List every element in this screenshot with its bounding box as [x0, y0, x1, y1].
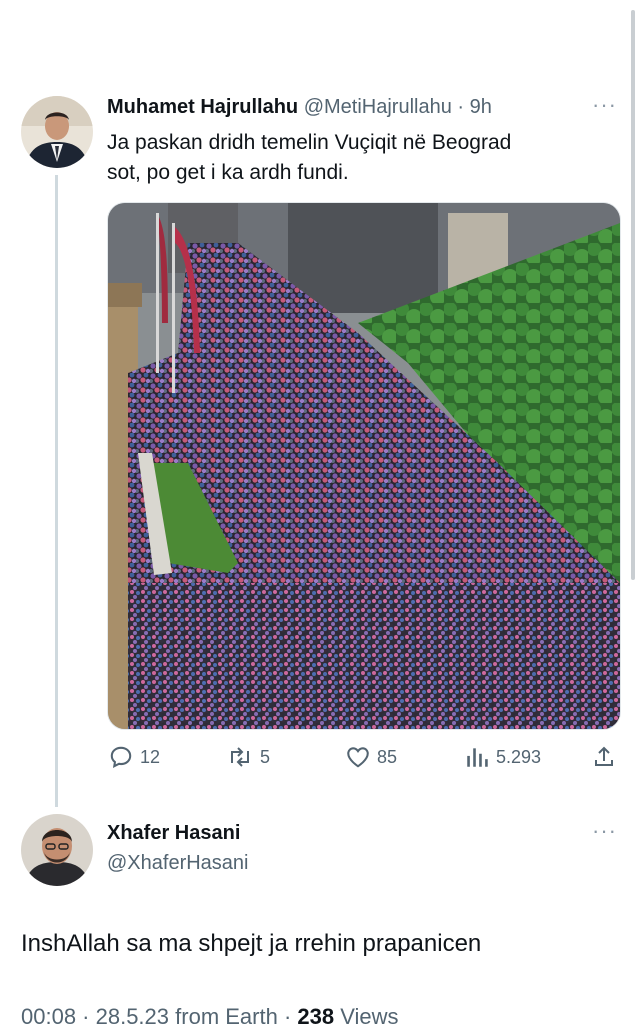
- tweet-photo[interactable]: [107, 202, 621, 730]
- author-name[interactable]: Muhamet Hajrullahu: [107, 96, 298, 118]
- reply-more-dots-icon[interactable]: ···: [592, 818, 617, 844]
- reply-source: from Earth ·: [175, 1004, 292, 1024]
- tweet-header: Muhamet Hajrullahu @MetiHajrullahu · 9h: [107, 96, 492, 119]
- reply-meta: 00:08 · 28.5.23 from Earth · 238 Views: [21, 1004, 399, 1024]
- tweet-text-line-2: sot, po get i ka ardh fundi.: [107, 161, 349, 184]
- thread-line: [55, 175, 58, 807]
- share-button[interactable]: [592, 744, 616, 770]
- reply-timestamp[interactable]: 00:08 · 28.5.23: [21, 1004, 169, 1024]
- tweet-text-line-1: Ja paskan dridh temelin Vuçiqit në Beogr…: [107, 131, 512, 154]
- retweet-count: 5: [260, 746, 271, 767]
- scrollbar[interactable]: [631, 10, 635, 580]
- reply-count: 12: [140, 746, 161, 767]
- tweet-actions: 12 5 85 5.293: [0, 744, 635, 774]
- reply-views-count: 238: [297, 1004, 335, 1024]
- views-icon: [467, 748, 488, 767]
- reply-author-avatar[interactable]: [21, 814, 93, 886]
- more-dots-icon[interactable]: ···: [592, 92, 617, 118]
- reply-text: InshAllah sa ma shpejt ja rrehin prapani…: [21, 930, 482, 957]
- tweet-text: Ja paskan dridh temelin Vuçiqit në Beogr…: [107, 128, 597, 188]
- crowd-photo-image: [108, 203, 620, 729]
- header-separator: ·: [457, 96, 465, 118]
- reply-author-handle[interactable]: @XhaferHasani: [107, 852, 248, 875]
- like-button[interactable]: 85: [345, 744, 397, 770]
- reply-views-label: Views: [340, 1004, 399, 1024]
- views-count: 5.293: [496, 746, 542, 767]
- reply-button[interactable]: 12: [108, 744, 160, 770]
- views-button[interactable]: 5.293: [464, 744, 541, 770]
- retweet-icon: [231, 747, 249, 767]
- author-handle[interactable]: @MetiHajrullahu: [304, 96, 452, 118]
- tweet-thread: Muhamet Hajrullahu @MetiHajrullahu · 9h …: [0, 0, 635, 1024]
- reply-icon: [110, 746, 132, 769]
- author-avatar[interactable]: [21, 96, 93, 168]
- tweet-time[interactable]: 9h: [470, 96, 492, 118]
- retweet-button[interactable]: 5: [226, 744, 270, 770]
- share-icon: [595, 746, 613, 766]
- like-icon: [347, 747, 369, 768]
- like-count: 85: [377, 746, 398, 767]
- reply-author-name[interactable]: Xhafer Hasani: [107, 822, 240, 845]
